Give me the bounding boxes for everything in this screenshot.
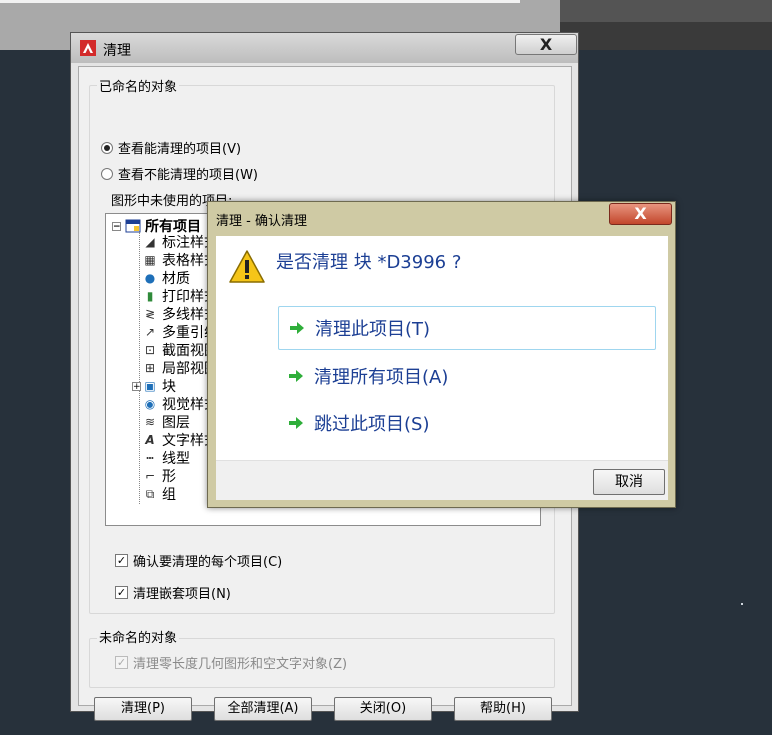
multileader-icon: ↗ (144, 325, 156, 339)
confirm-dialog-title: 清理 - 确认清理 (216, 214, 307, 229)
purge-nested-row[interactable]: ✓ 清理嵌套项目(N) (115, 583, 231, 602)
zero-length-label: 清理零长度几何图形和空文字对象(Z) (133, 657, 348, 672)
confirm-dialog-close-button[interactable]: X (609, 203, 672, 225)
tree-item-layers[interactable]: ≋ 图层 (142, 413, 190, 431)
text-style-icon: A (145, 433, 155, 447)
background-panel-band (560, 22, 772, 50)
tree-item-block[interactable]: ▣ 块 (142, 377, 176, 395)
tree-item-label: 形 (162, 469, 176, 485)
autocad-logo-icon (80, 40, 96, 56)
close-button[interactable]: 关闭(O) (334, 697, 432, 721)
confirm-dialog-footer: 取消 (216, 460, 668, 500)
purge-dialog-close-button[interactable]: X (515, 34, 577, 55)
confirm-purge-dialog: 清理 - 确认清理 X 是否清理 块 *D3996 ? 清理此项目(T) 清理所… (207, 201, 676, 508)
unnamed-objects-legend: 未命名的对象 (97, 627, 180, 646)
section-view-icon: ⊡ (144, 343, 156, 357)
purge-this-item-label: 清理此项目(T) (315, 319, 431, 340)
tree-item-group[interactable]: ⧉ 组 (142, 485, 176, 503)
tree-item-label: 图层 (162, 415, 190, 431)
warning-icon (229, 250, 265, 283)
purge-this-item-command[interactable]: 清理此项目(T) (278, 306, 656, 350)
purge-nested-checkbox[interactable]: ✓ (115, 586, 128, 599)
purge-dialog-titlebar[interactable]: 清理 X (71, 33, 578, 63)
tree-item-linetype[interactable]: ┅ 线型 (142, 449, 190, 467)
tree-item-label: 块 (162, 379, 176, 395)
radio-purgeable-label: 查看能清理的项目(V) (118, 142, 242, 157)
shape-icon: ⌐ (144, 469, 156, 483)
purge-all-items-label: 清理所有项目(A) (314, 367, 449, 388)
layers-icon: ≋ (144, 415, 156, 429)
radio-purgeable[interactable] (101, 141, 113, 154)
plot-style-icon: ▮ (146, 289, 154, 303)
confirm-each-row[interactable]: ✓ 确认要清理的每个项目(C) (115, 551, 282, 570)
dimension-style-icon: ◢ (145, 235, 155, 249)
arrow-right-icon (289, 417, 303, 429)
radio-nonpurgeable-label: 查看不能清理的项目(W) (118, 168, 258, 183)
tree-item-label: 线型 (162, 451, 190, 467)
background-panel (560, 0, 772, 22)
radio-purgeable-row[interactable]: 查看能清理的项目(V) (101, 138, 241, 157)
named-objects-legend: 已命名的对象 (97, 76, 180, 95)
radio-nonpurgeable-row[interactable]: 查看不能清理的项目(W) (101, 164, 258, 183)
arrow-right-icon (290, 322, 304, 334)
zero-length-row: ✓ 清理零长度几何图形和空文字对象(Z) (115, 653, 347, 672)
confirm-each-label: 确认要清理的每个项目(C) (133, 555, 283, 570)
cancel-button[interactable]: 取消 (593, 469, 665, 495)
tree-item-shape[interactable]: ⌐ 形 (142, 467, 176, 485)
linetype-icon: ┅ (146, 451, 154, 465)
confirm-each-checkbox[interactable]: ✓ (115, 554, 128, 567)
multiline-style-icon: ≷ (144, 307, 156, 321)
purge-all-items-command[interactable]: 清理所有项目(A) (278, 354, 656, 398)
detail-view-icon: ⊞ (144, 361, 156, 375)
expand-icon[interactable]: + (132, 382, 141, 392)
skip-this-item-label: 跳过此项目(S) (314, 414, 430, 435)
zero-length-checkbox: ✓ (115, 656, 128, 669)
close-icon: X (634, 204, 647, 223)
table-style-icon: ▦ (144, 253, 156, 267)
material-sphere-icon: ● (144, 271, 156, 285)
purge-button[interactable]: 清理(P) (94, 697, 192, 721)
confirm-question: 是否清理 块 *D3996 ? (276, 252, 462, 273)
tree-connector (139, 232, 140, 504)
radio-nonpurgeable[interactable] (101, 167, 113, 180)
group-icon: ⧉ (145, 487, 155, 501)
tree-item-label: 组 (162, 487, 176, 503)
purge-nested-label: 清理嵌套项目(N) (133, 587, 231, 602)
purge-dialog-title: 清理 (103, 43, 131, 59)
collapse-icon[interactable]: − (112, 221, 121, 231)
tree-item-material[interactable]: ● 材质 (142, 269, 190, 287)
arrow-right-icon (289, 370, 303, 382)
canvas-speck (741, 603, 743, 605)
close-icon: X (539, 35, 553, 54)
skip-this-item-command[interactable]: 跳过此项目(S) (278, 401, 656, 445)
confirm-dialog-body: 是否清理 块 *D3996 ? 清理此项目(T) 清理所有项目(A) 跳过此项目… (216, 236, 668, 460)
block-icon: ▣ (144, 379, 156, 393)
purge-all-button[interactable]: 全部清理(A) (214, 697, 312, 721)
help-button[interactable]: 帮助(H) (454, 697, 552, 721)
visual-style-icon: ◉ (144, 397, 156, 411)
tree-item-label: 材质 (162, 271, 190, 287)
